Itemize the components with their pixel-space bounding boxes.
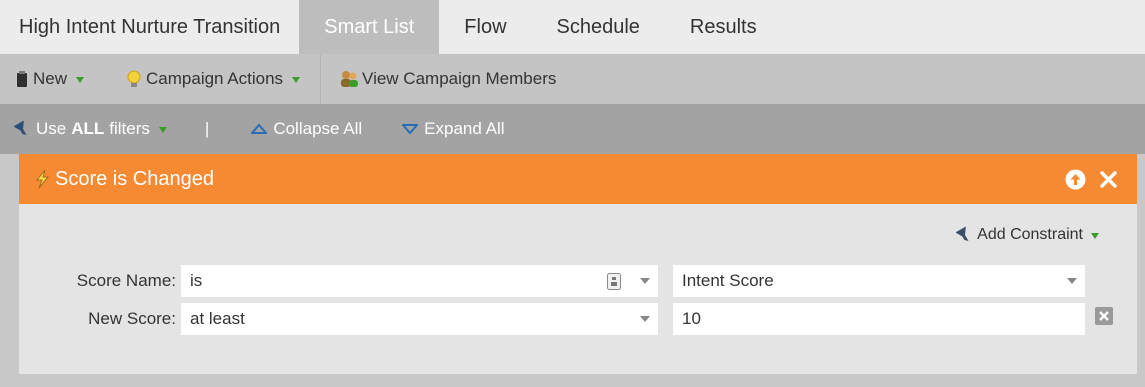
- score-name-value: Intent Score: [682, 271, 774, 290]
- new-button[interactable]: New: [16, 54, 85, 104]
- new-score-value: 10: [682, 309, 701, 328]
- chevron-down-icon: [1091, 233, 1099, 239]
- new-document-icon: [16, 70, 28, 88]
- close-icon: [1095, 307, 1113, 325]
- toolbar: New Campaign Actions View Campaign Membe…: [0, 54, 1145, 104]
- expand-all-label: Expand All: [424, 119, 505, 138]
- triangle-down-icon: [402, 123, 419, 135]
- chevron-down-icon: [292, 77, 301, 83]
- tab-results-label: Results: [689, 15, 757, 38]
- filter-title: Score is Changed: [55, 167, 214, 190]
- funnel-icon: [956, 226, 974, 244]
- arrow-up-circle-icon: [1065, 169, 1086, 190]
- tab-results[interactable]: Results: [665, 0, 782, 54]
- use-prefix: Use: [36, 119, 67, 138]
- new-score-label: New Score:: [88, 309, 176, 328]
- tab-program-name[interactable]: High Intent Nurture Transition: [0, 0, 299, 54]
- toolbar-divider: [320, 54, 322, 104]
- view-campaign-members-button[interactable]: View Campaign Members: [339, 54, 556, 104]
- expand-all-button[interactable]: Expand All: [402, 104, 505, 154]
- add-constraint-button[interactable]: Add Constraint: [956, 226, 1099, 244]
- campaign-actions-label: Campaign Actions: [146, 69, 284, 88]
- filter-bar-separator: |: [204, 119, 210, 138]
- tab-schedule-label: Schedule: [556, 15, 640, 38]
- collapse-all-label: Collapse All: [273, 119, 363, 138]
- add-constraint-label: Add Constraint: [977, 226, 1083, 243]
- move-up-button[interactable]: [1065, 169, 1086, 190]
- people-icon: [339, 70, 359, 89]
- close-icon: [1100, 171, 1117, 188]
- score-name-operator-select[interactable]: is: [181, 265, 658, 297]
- dropdown-arrow-icon: [640, 316, 650, 322]
- triangle-up-icon: [251, 123, 268, 135]
- tab-flow-label: Flow: [464, 15, 507, 38]
- operator-value: is: [190, 271, 203, 290]
- tab-smart-list-label: Smart List: [324, 15, 415, 38]
- dropdown-arrow-icon: [1067, 278, 1077, 284]
- tab-program-name-label: High Intent Nurture Transition: [19, 15, 281, 38]
- collapse-all-button[interactable]: Collapse All: [251, 104, 362, 154]
- remove-filter-button[interactable]: [1098, 169, 1119, 190]
- chevron-down-icon: [76, 77, 85, 83]
- tab-flow[interactable]: Flow: [439, 0, 531, 54]
- tab-schedule[interactable]: Schedule: [532, 0, 665, 54]
- filter-panel: Score is Changed Add Constraint Score Na…: [19, 154, 1137, 374]
- picklist-icon: [607, 273, 621, 290]
- score-name-label: Score Name:: [76, 271, 176, 290]
- filter-logic-dropdown[interactable]: Use ALL filters: [14, 104, 167, 154]
- new-score-operator-select[interactable]: at least: [181, 303, 658, 335]
- view-campaign-members-label: View Campaign Members: [362, 69, 557, 88]
- new-score-value-input[interactable]: 10: [673, 303, 1085, 335]
- remove-constraint-button[interactable]: [1095, 307, 1113, 325]
- tab-bar: High Intent Nurture Transition Smart Lis…: [0, 0, 1145, 54]
- score-name-value-select[interactable]: Intent Score: [673, 265, 1085, 297]
- chevron-down-icon: [158, 127, 167, 133]
- filter-bar: Use ALL filters | Collapse All Expand Al…: [0, 104, 1145, 154]
- funnel-icon: [14, 120, 32, 138]
- tab-smart-list[interactable]: Smart List: [299, 0, 440, 54]
- operator-value: at least: [190, 309, 245, 328]
- use-suffix: filters: [109, 119, 150, 138]
- campaign-actions-button[interactable]: Campaign Actions: [127, 54, 301, 104]
- new-button-label: New: [33, 69, 68, 88]
- lightning-icon: [33, 169, 51, 189]
- dropdown-arrow-icon: [640, 278, 650, 284]
- lightbulb-icon: [127, 70, 141, 89]
- filter-header[interactable]: Score is Changed: [19, 154, 1137, 204]
- use-all-bold: ALL: [71, 119, 105, 138]
